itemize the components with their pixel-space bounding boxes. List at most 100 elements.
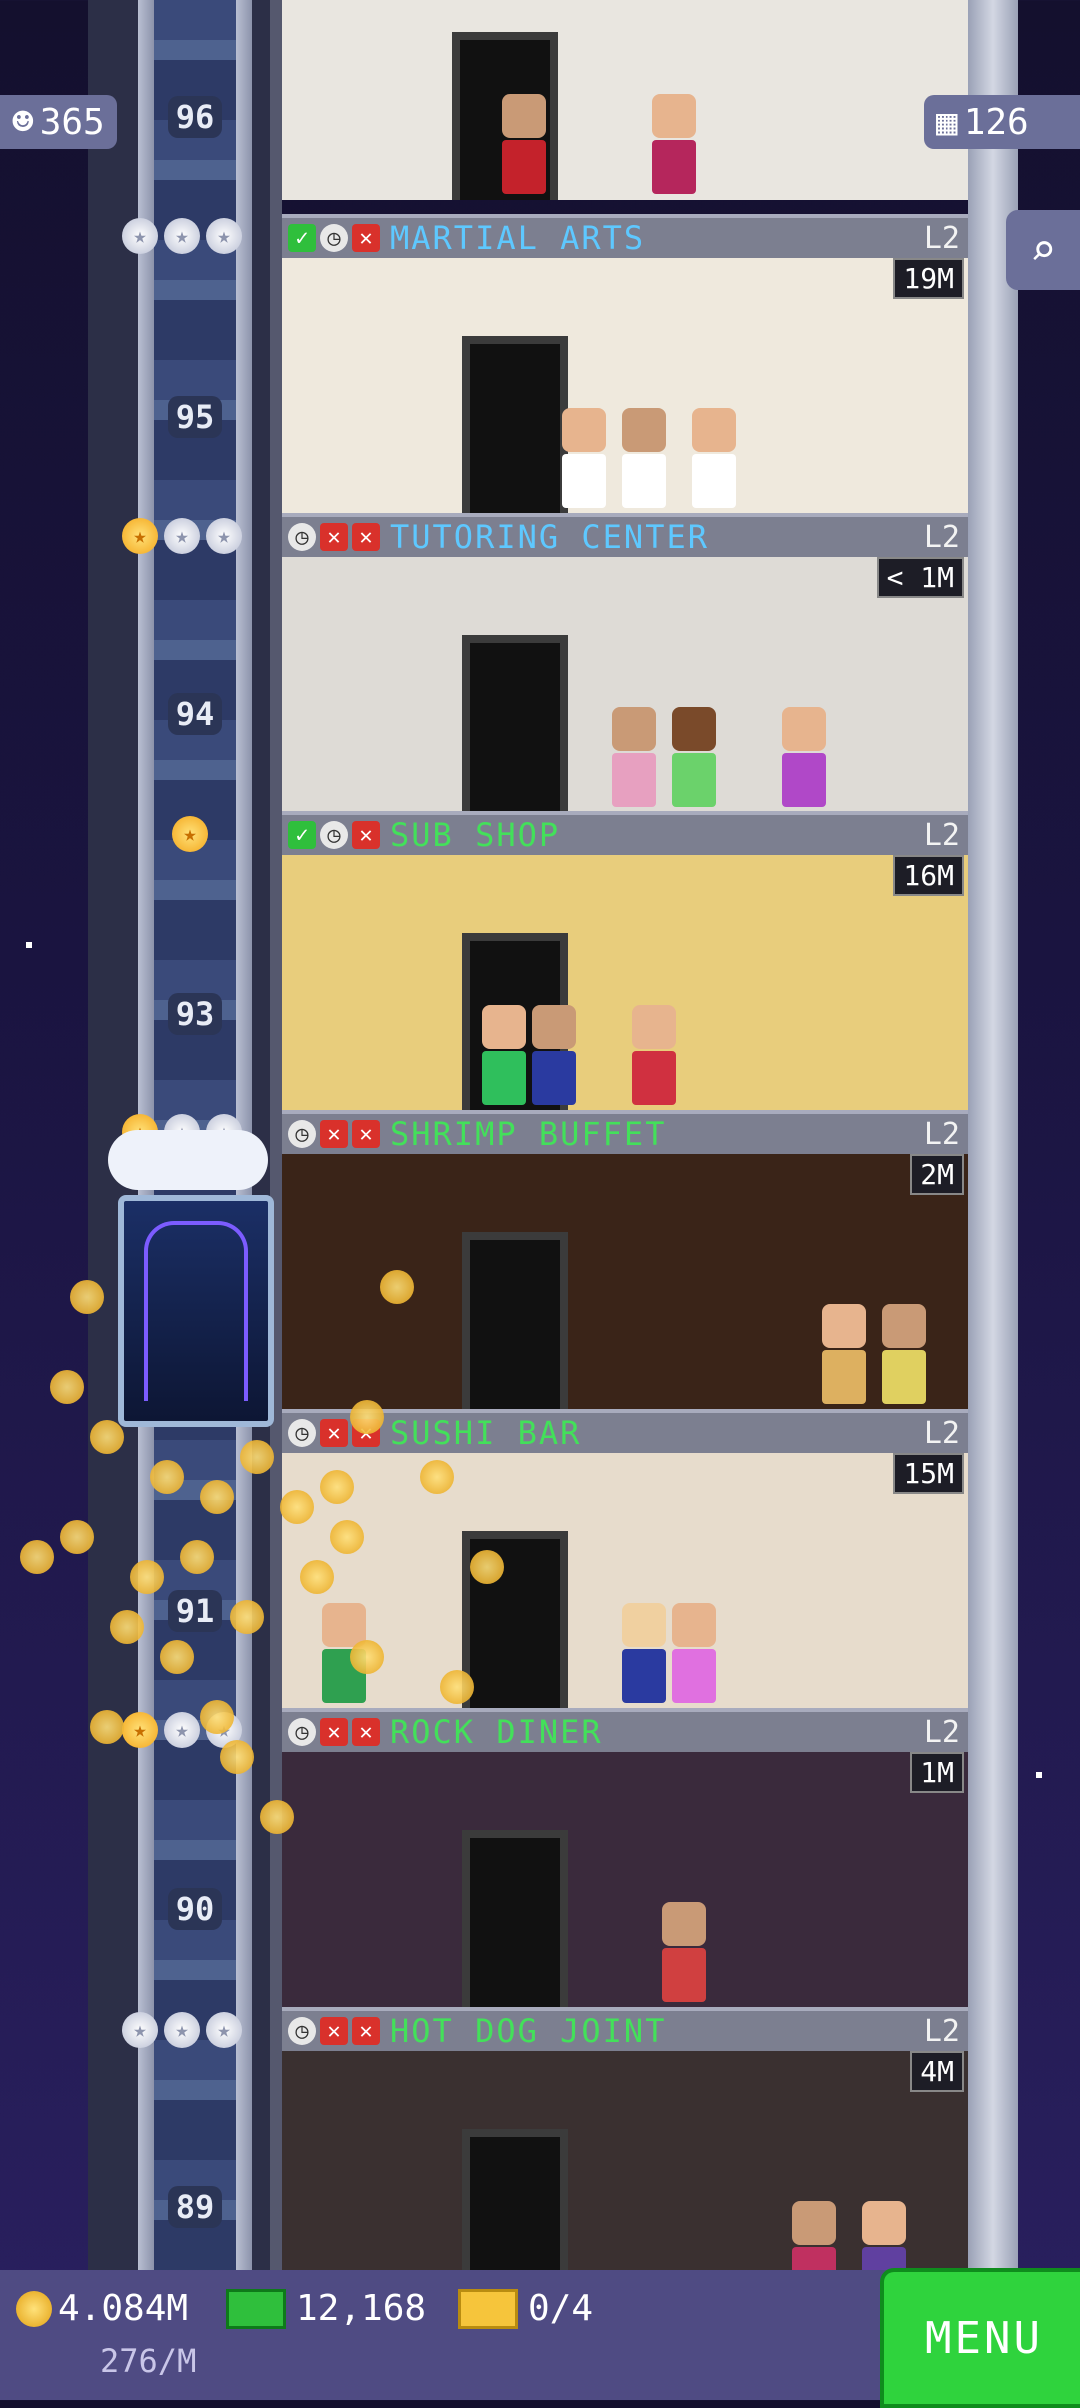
floor-name: SUSHI BAR <box>390 1414 582 1452</box>
bitizen[interactable] <box>562 408 606 508</box>
floor-banner[interactable]: ◷ ✕ ✕ SHRIMP BUFFET L2 <box>282 1110 968 1154</box>
flying-coin <box>90 1420 124 1454</box>
floor-earnings: 4M <box>910 2051 964 2092</box>
floor-room[interactable]: ◷ ✕ ✕ HOT DOG JOINT L2 4M <box>282 2007 968 2307</box>
floor-name: ROCK DINER <box>390 1713 603 1751</box>
floor-stars: ★ <box>172 816 208 852</box>
star-icon: ★ <box>164 2012 200 2048</box>
elevator-cloud <box>108 1130 268 1190</box>
flying-coin <box>350 1400 384 1434</box>
x-icon: ✕ <box>320 1120 348 1148</box>
floor-name: TUTORING CENTER <box>390 518 709 556</box>
floor-level: L2 <box>923 220 960 256</box>
star-icon: ★ <box>164 218 200 254</box>
flying-coin <box>150 1460 184 1494</box>
flying-coin <box>20 1540 54 1574</box>
flying-coin <box>90 1710 124 1744</box>
bitizen[interactable] <box>622 408 666 508</box>
menu-button[interactable]: MENU <box>880 2268 1080 2408</box>
x-icon: ✕ <box>352 523 380 551</box>
bitizen[interactable] <box>782 707 826 807</box>
flying-coin <box>200 1700 234 1734</box>
room-interior <box>282 851 968 1111</box>
flying-coin <box>350 1640 384 1674</box>
floor-room-partial[interactable] <box>282 0 968 200</box>
bitizen[interactable] <box>882 1304 926 1404</box>
ticket-count: 0/4 <box>528 2288 594 2329</box>
floor-number: 93 <box>154 993 236 1035</box>
room-door <box>462 635 568 813</box>
clock-icon: ◷ <box>288 2017 316 2045</box>
flying-coin <box>280 1490 314 1524</box>
flying-coin <box>160 1640 194 1674</box>
search-button[interactable]: ⌕ <box>1006 210 1080 290</box>
flying-coin <box>230 1600 264 1634</box>
flying-coin <box>70 1280 104 1314</box>
flying-coin <box>330 1520 364 1554</box>
bitizen[interactable] <box>672 1603 716 1703</box>
floor-name: HOT DOG JOINT <box>390 2012 667 2050</box>
floor-stars: ★★★ <box>122 518 242 554</box>
ticket-icon <box>458 2288 518 2329</box>
clock-icon: ◷ <box>320 821 348 849</box>
room-door <box>462 1830 568 2008</box>
floor-room[interactable]: ✓ ◷ ✕ SUB SHOP L2 16M <box>282 811 968 1111</box>
bux-icon <box>226 2288 286 2329</box>
floor-room[interactable]: ◷✕✕SUSHI BARL215M <box>282 1409 968 1709</box>
flying-coin <box>180 1540 214 1574</box>
building-icon: ▦ <box>936 101 958 143</box>
star-icon: ★ <box>122 218 158 254</box>
floor-banner[interactable]: ✓ ◷ ✕ MARTIAL ARTS L2 <box>282 214 968 258</box>
floor-banner[interactable]: ✓ ◷ ✕ SUB SHOP L2 <box>282 811 968 855</box>
floor-banner[interactable]: ◷ ✕ ✕ TUTORING CENTER L2 <box>282 513 968 557</box>
star-icon: ★ <box>122 518 158 554</box>
star-icon: ★ <box>164 1712 200 1748</box>
population-count: 365 <box>39 101 105 143</box>
x-icon: ✕ <box>352 1120 380 1148</box>
bitizen[interactable] <box>822 1304 866 1404</box>
floor-earnings: 1M <box>910 1752 964 1793</box>
floor-room[interactable]: ✓ ◷ ✕ MARTIAL ARTS L2 19M <box>282 214 968 514</box>
floor-number: 94 <box>154 693 236 735</box>
bitizen[interactable] <box>632 1005 676 1105</box>
floor-room[interactable]: ◷ ✕ ✕ ROCK DINER L2 1M <box>282 1708 968 2008</box>
bitizen[interactable] <box>622 1603 666 1703</box>
room-interior <box>282 2047 968 2307</box>
flying-coin <box>220 1740 254 1774</box>
bitizen[interactable] <box>532 1005 576 1105</box>
floor-banner[interactable]: ◷✕✕SUSHI BARL2 <box>282 1409 968 1453</box>
population-badge[interactable]: ☻ 365 <box>0 95 117 149</box>
floor-room[interactable]: ◷ ✕ ✕ TUTORING CENTER L2 < 1M <box>282 513 968 813</box>
clock-icon: ◷ <box>288 1718 316 1746</box>
floor-earnings: 19M <box>893 258 964 299</box>
flying-coin <box>420 1460 454 1494</box>
bitizen[interactable] <box>482 1005 526 1105</box>
bitizen[interactable] <box>672 707 716 807</box>
floor-banner[interactable]: ◷ ✕ ✕ HOT DOG JOINT L2 <box>282 2007 968 2051</box>
bitizen[interactable] <box>662 1902 706 2002</box>
clock-icon: ◷ <box>288 1419 316 1447</box>
floor-level: L2 <box>923 1116 960 1152</box>
bitizen[interactable] <box>612 707 656 807</box>
floor-room[interactable]: ◷ ✕ ✕ SHRIMP BUFFET L2 2M <box>282 1110 968 1410</box>
flying-coin <box>300 1560 334 1594</box>
floor-name: SHRIMP BUFFET <box>390 1115 667 1153</box>
flying-coin <box>200 1480 234 1514</box>
clock-icon: ◷ <box>288 1120 316 1148</box>
clock-icon: ◷ <box>320 224 348 252</box>
space-star <box>26 942 32 948</box>
floor-number: 95 <box>154 396 236 438</box>
floor-earnings: 16M <box>893 855 964 896</box>
floor-level: L2 <box>923 1714 960 1750</box>
floors-badge[interactable]: ▦ 126 <box>924 95 1080 149</box>
floor-stars: ★★★ <box>122 2012 242 2048</box>
x-icon: ✕ <box>352 821 380 849</box>
floor-banner[interactable]: ◷ ✕ ✕ ROCK DINER L2 <box>282 1708 968 1752</box>
floor-number: 89 <box>154 2186 236 2228</box>
bitizen[interactable] <box>692 408 736 508</box>
elevator-car[interactable] <box>118 1195 274 1427</box>
floor-level: L2 <box>923 2013 960 2049</box>
star-icon: ★ <box>172 816 208 852</box>
floor-earnings: 15M <box>893 1453 964 1494</box>
bux-count: 12,168 <box>296 2288 427 2329</box>
